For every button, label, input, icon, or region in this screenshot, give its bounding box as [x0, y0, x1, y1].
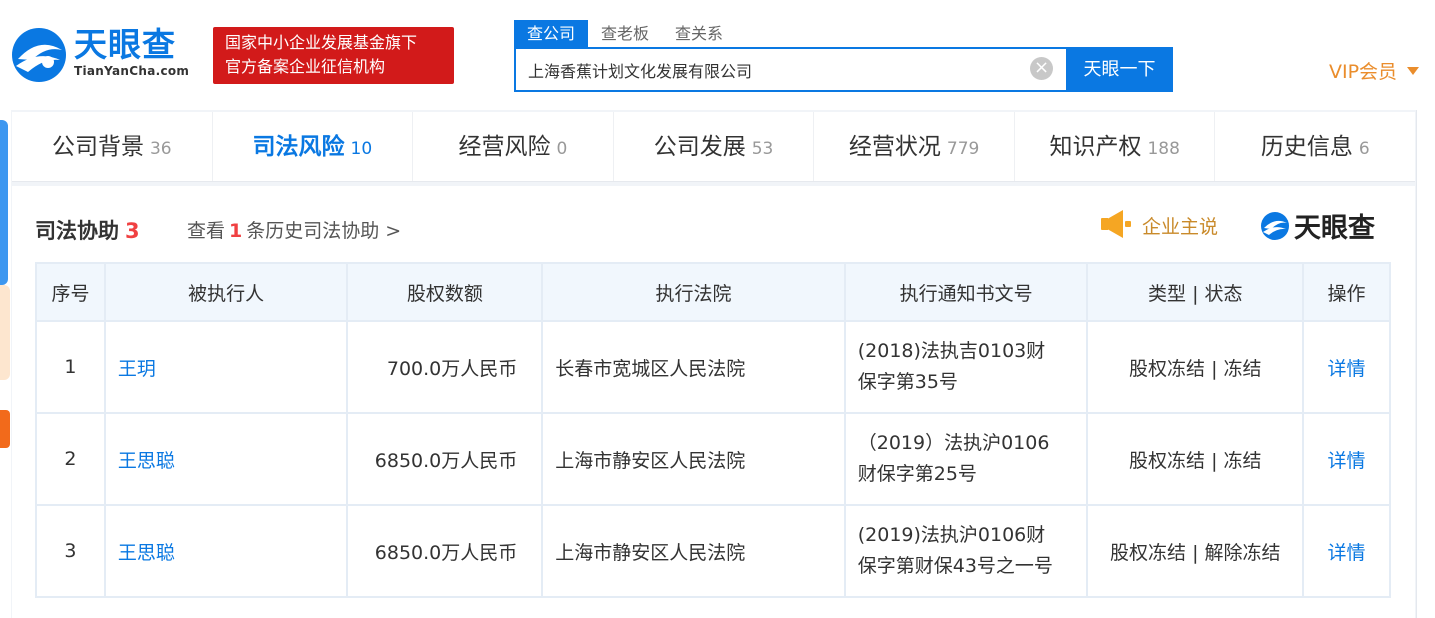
section-title: 司法协助 3 [35, 219, 140, 243]
tab-legal-risk[interactable]: 司法风险 10 [213, 112, 414, 181]
category-tabs: 公司背景 36 司法风险 10 经营风险 0 公司发展 53 经营状况 779 知识产权 1… [12, 112, 1415, 182]
notice-number: （2019）法执沪0106 财保字第25号 [843, 412, 1089, 506]
row-index: 1 [35, 320, 106, 414]
row-index: 3 [35, 504, 106, 598]
vip-label: VIP会员 [1329, 61, 1398, 83]
equity-amount: 700.0万人民币 [346, 320, 544, 414]
tab-history-info[interactable]: 历史信息 6 [1215, 112, 1415, 181]
executed-person-link[interactable]: 王思聪 [103, 412, 349, 506]
logo-chinese-text: 天眼查 [74, 25, 176, 64]
header-court: 执行法院 [541, 262, 846, 322]
header-index: 序号 [35, 262, 106, 322]
badge-line-2: 官方备案企业征信机构 [225, 57, 386, 76]
company-say-link[interactable]: 企业主说 [1142, 212, 1218, 239]
court-name: 长春市宽城区人民法院 [541, 320, 846, 414]
history-judicial-link[interactable]: 查看 1 条历史司法协助 > [187, 216, 401, 243]
table-row: 3 王思聪 6850.0万人民币 上海市静安区人民法院 (2019)法执沪010… [35, 504, 1391, 598]
caret-down-icon [1407, 66, 1420, 75]
row-index: 2 [35, 412, 106, 506]
tab-company-development[interactable]: 公司发展 53 [614, 112, 815, 181]
detail-link[interactable]: 详情 [1302, 412, 1391, 506]
search-type-tabs: 查公司 查老板 查关系 [514, 20, 736, 47]
left-side-decoration [0, 110, 11, 618]
type-status: 股权冻结 | 解除冻结 [1086, 504, 1305, 598]
tab-business-risk[interactable]: 经营风险 0 [413, 112, 614, 181]
executed-person-link[interactable]: 王玥 [103, 320, 349, 414]
header-notice-number: 执行通知书文号 [843, 262, 1089, 322]
type-status: 股权冻结 | 冻结 [1086, 320, 1305, 414]
top-header: 天眼查 TianYanCha.com 国家中小企业发展基金旗下 官方备案企业征信… [0, 0, 1435, 110]
table-row: 2 王思聪 6850.0万人民币 上海市静安区人民法院 （2019）法执沪010… [35, 412, 1391, 506]
court-name: 上海市静安区人民法院 [541, 412, 846, 506]
tab-intellectual-property[interactable]: 知识产权 188 [1015, 112, 1216, 181]
table-header-row: 序号 被执行人 股权数额 执行法院 执行通知书文号 类型 | 状态 操作 [35, 262, 1391, 322]
equity-amount: 6850.0万人民币 [346, 504, 544, 598]
section-count: 3 [125, 219, 140, 243]
judicial-assistance-table: 序号 被执行人 股权数额 执行法院 执行通知书文号 类型 | 状态 操作 1 王… [35, 262, 1391, 598]
header-equity-amount: 股权数额 [346, 262, 544, 322]
detail-link[interactable]: 详情 [1302, 504, 1391, 598]
detail-link[interactable]: 详情 [1302, 320, 1391, 414]
header-type-status: 类型 | 状态 [1086, 262, 1305, 322]
government-badge: 国家中小企业发展基金旗下 官方备案企业征信机构 [213, 27, 454, 84]
header-executed-person: 被执行人 [103, 262, 349, 322]
tianyancha-watermark: 天眼查 [1260, 206, 1375, 245]
equity-amount: 6850.0万人民币 [346, 412, 544, 506]
tab-search-relation[interactable]: 查关系 [662, 20, 736, 47]
search-button[interactable]: 天眼一下 [1066, 47, 1173, 92]
notice-number: (2018)法执吉0103财 保字第35号 [843, 320, 1089, 414]
court-name: 上海市静安区人民法院 [541, 504, 846, 598]
search-box [514, 47, 1067, 92]
speaker-icon[interactable] [1099, 208, 1135, 240]
type-status: 股权冻结 | 冻结 [1086, 412, 1305, 506]
table-row: 1 王玥 700.0万人民币 长春市宽城区人民法院 (2018)法执吉0103财… [35, 320, 1391, 414]
clear-search-icon[interactable]: × [1030, 57, 1053, 80]
logo-english-text: TianYanCha.com [74, 64, 190, 78]
badge-line-1: 国家中小企业发展基金旗下 [225, 33, 418, 52]
tab-company-background[interactable]: 公司背景 36 [12, 112, 213, 181]
tab-business-status[interactable]: 经营状况 779 [814, 112, 1015, 181]
vip-member-menu[interactable]: VIP会员 [1329, 57, 1420, 84]
logo-eye-icon [12, 28, 66, 82]
header-action: 操作 [1302, 262, 1391, 322]
tab-search-company[interactable]: 查公司 [514, 20, 589, 47]
executed-person-link[interactable]: 王思聪 [103, 504, 349, 598]
notice-number: (2019)法执沪0106财 保字第财保43号之一号 [843, 504, 1089, 598]
judicial-assistance-panel: 司法协助 3 查看 1 条历史司法协助 > 企业主说 天眼查 序号 被执行人 股权数额… [12, 186, 1415, 618]
search-input[interactable] [528, 49, 1028, 90]
tianyancha-logo[interactable]: 天眼查 TianYanCha.com [10, 26, 189, 84]
watermark-eye-icon [1261, 211, 1289, 240]
right-side-strip [1416, 110, 1435, 618]
tab-search-boss[interactable]: 查老板 [588, 20, 662, 47]
